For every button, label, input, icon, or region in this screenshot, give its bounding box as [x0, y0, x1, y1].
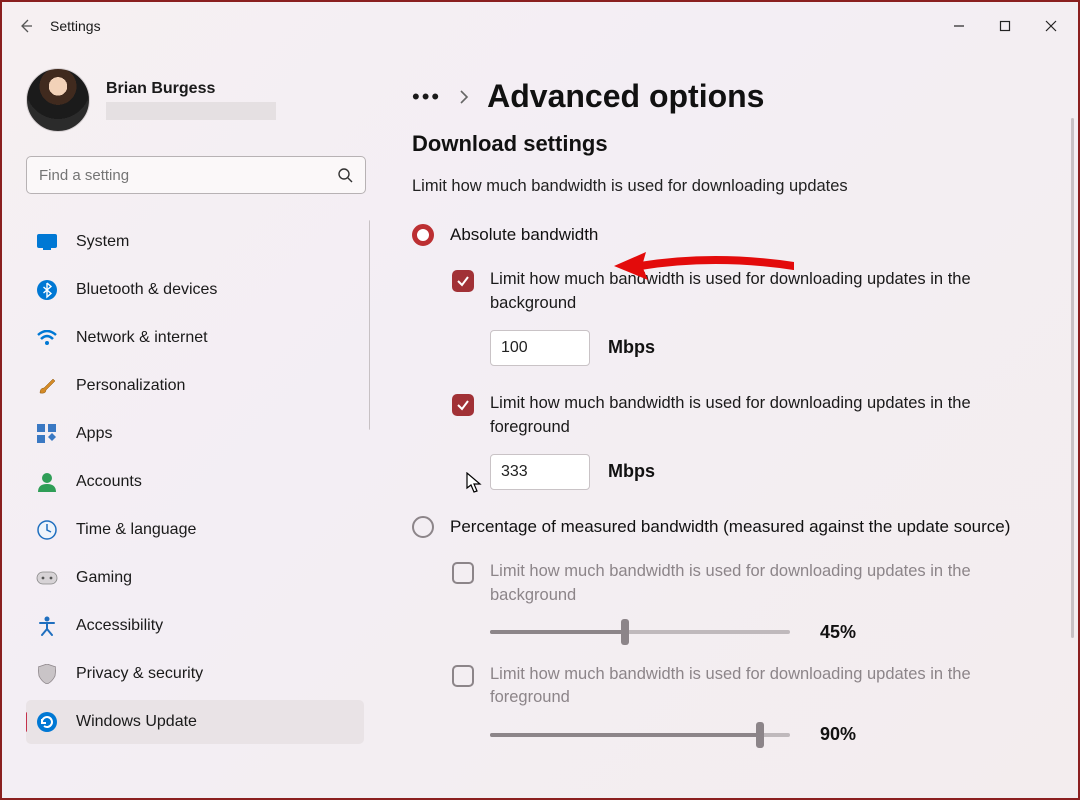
titlebar: Settings: [2, 2, 1078, 50]
bluetooth-icon: [36, 279, 58, 301]
section-heading: Download settings: [412, 131, 1062, 157]
user-name: Brian Burgess: [106, 80, 276, 98]
checkbox-checked-icon: [452, 270, 474, 292]
section-description: Limit how much bandwidth is used for dow…: [412, 177, 1062, 196]
sidebar: Brian Burgess System Bluetooth & devices: [2, 50, 382, 798]
sidebar-item-label: Accounts: [76, 473, 142, 491]
sidebar-scrollbar[interactable]: [369, 220, 370, 430]
person-icon: [36, 471, 58, 493]
sidebar-item-label: Personalization: [76, 377, 185, 395]
sidebar-item-label: Network & internet: [76, 329, 208, 347]
chevron-right-icon: [459, 90, 469, 104]
sidebar-item-personalization[interactable]: Personalization: [26, 364, 364, 408]
sidebar-item-label: Accessibility: [76, 617, 163, 635]
back-button[interactable]: [6, 6, 46, 46]
maximize-icon: [999, 20, 1011, 32]
window-controls: [936, 10, 1074, 42]
page-title: Advanced options: [487, 78, 764, 115]
wifi-icon: [36, 327, 58, 349]
avatar: [26, 68, 90, 132]
sidebar-item-gaming[interactable]: Gaming: [26, 556, 364, 600]
search-input[interactable]: [39, 167, 337, 184]
system-icon: [36, 231, 58, 253]
sidebar-item-accounts[interactable]: Accounts: [26, 460, 364, 504]
shield-icon: [36, 663, 58, 685]
sidebar-item-time[interactable]: Time & language: [26, 508, 364, 552]
profile-block[interactable]: Brian Burgess: [26, 68, 370, 132]
breadcrumb-more-icon[interactable]: •••: [412, 84, 441, 110]
minimize-icon: [953, 20, 965, 32]
checkbox-limit-foreground-pct: Limit how much bandwidth is used for dow…: [452, 663, 1062, 711]
checkbox-label: Limit how much bandwidth is used for dow…: [490, 560, 1030, 608]
input-foreground-mbps[interactable]: 333: [490, 454, 590, 490]
close-button[interactable]: [1028, 10, 1074, 42]
unit-label: Mbps: [608, 461, 655, 482]
slider-value: 45%: [820, 622, 856, 643]
input-background-mbps[interactable]: 100: [490, 330, 590, 366]
radio-label: Percentage of measured bandwidth (measur…: [450, 517, 1010, 537]
sidebar-item-label: Windows Update: [76, 713, 197, 731]
checkbox-limit-background-abs[interactable]: Limit how much bandwidth is used for dow…: [452, 268, 1062, 316]
sidebar-item-label: Gaming: [76, 569, 132, 587]
sidebar-item-accessibility[interactable]: Accessibility: [26, 604, 364, 648]
nav: System Bluetooth & devices Network & int…: [26, 220, 370, 798]
checkbox-unchecked-icon: [452, 665, 474, 687]
search-box[interactable]: [26, 156, 366, 194]
search-icon: [337, 167, 353, 183]
sidebar-item-label: Bluetooth & devices: [76, 281, 217, 299]
sidebar-item-label: System: [76, 233, 129, 251]
main-scrollbar[interactable]: [1071, 118, 1074, 638]
sidebar-item-network[interactable]: Network & internet: [26, 316, 364, 360]
sidebar-item-bluetooth[interactable]: Bluetooth & devices: [26, 268, 364, 312]
slider-foreground-pct: [490, 733, 790, 737]
update-icon: [36, 711, 58, 733]
sidebar-item-windows-update[interactable]: Windows Update: [26, 700, 364, 744]
checkbox-label: Limit how much bandwidth is used for dow…: [490, 268, 1030, 316]
sidebar-item-label: Privacy & security: [76, 665, 203, 683]
paintbrush-icon: [36, 375, 58, 397]
sidebar-item-privacy[interactable]: Privacy & security: [26, 652, 364, 696]
back-arrow-icon: [18, 18, 34, 34]
checkbox-checked-icon: [452, 394, 474, 416]
radio-on-icon: [412, 224, 434, 246]
sidebar-item-system[interactable]: System: [26, 220, 364, 264]
app-title: Settings: [50, 18, 101, 34]
radio-absolute-bandwidth[interactable]: Absolute bandwidth: [412, 224, 1062, 246]
unit-label: Mbps: [608, 337, 655, 358]
sidebar-item-label: Time & language: [76, 521, 196, 539]
clock-globe-icon: [36, 519, 58, 541]
slider-value: 90%: [820, 724, 856, 745]
breadcrumb: ••• Advanced options: [412, 78, 1062, 115]
profile-text: Brian Burgess: [106, 80, 276, 120]
radio-label: Absolute bandwidth: [450, 225, 598, 245]
checkbox-limit-foreground-abs[interactable]: Limit how much bandwidth is used for dow…: [452, 392, 1062, 440]
gamepad-icon: [36, 567, 58, 589]
main-content: ••• Advanced options Download settings L…: [382, 50, 1078, 798]
user-email-redacted: [106, 102, 276, 120]
checkbox-label: Limit how much bandwidth is used for dow…: [490, 392, 1030, 440]
radio-off-icon: [412, 516, 434, 538]
accessibility-icon: [36, 615, 58, 637]
close-icon: [1045, 20, 1057, 32]
checkbox-label: Limit how much bandwidth is used for dow…: [490, 663, 1030, 711]
slider-background-pct: [490, 630, 790, 634]
checkbox-unchecked-icon: [452, 562, 474, 584]
apps-icon: [36, 423, 58, 445]
sidebar-item-label: Apps: [76, 425, 112, 443]
maximize-button[interactable]: [982, 10, 1028, 42]
checkbox-limit-background-pct: Limit how much bandwidth is used for dow…: [452, 560, 1062, 608]
sidebar-item-apps[interactable]: Apps: [26, 412, 364, 456]
radio-percentage-bandwidth[interactable]: Percentage of measured bandwidth (measur…: [412, 516, 1062, 538]
minimize-button[interactable]: [936, 10, 982, 42]
